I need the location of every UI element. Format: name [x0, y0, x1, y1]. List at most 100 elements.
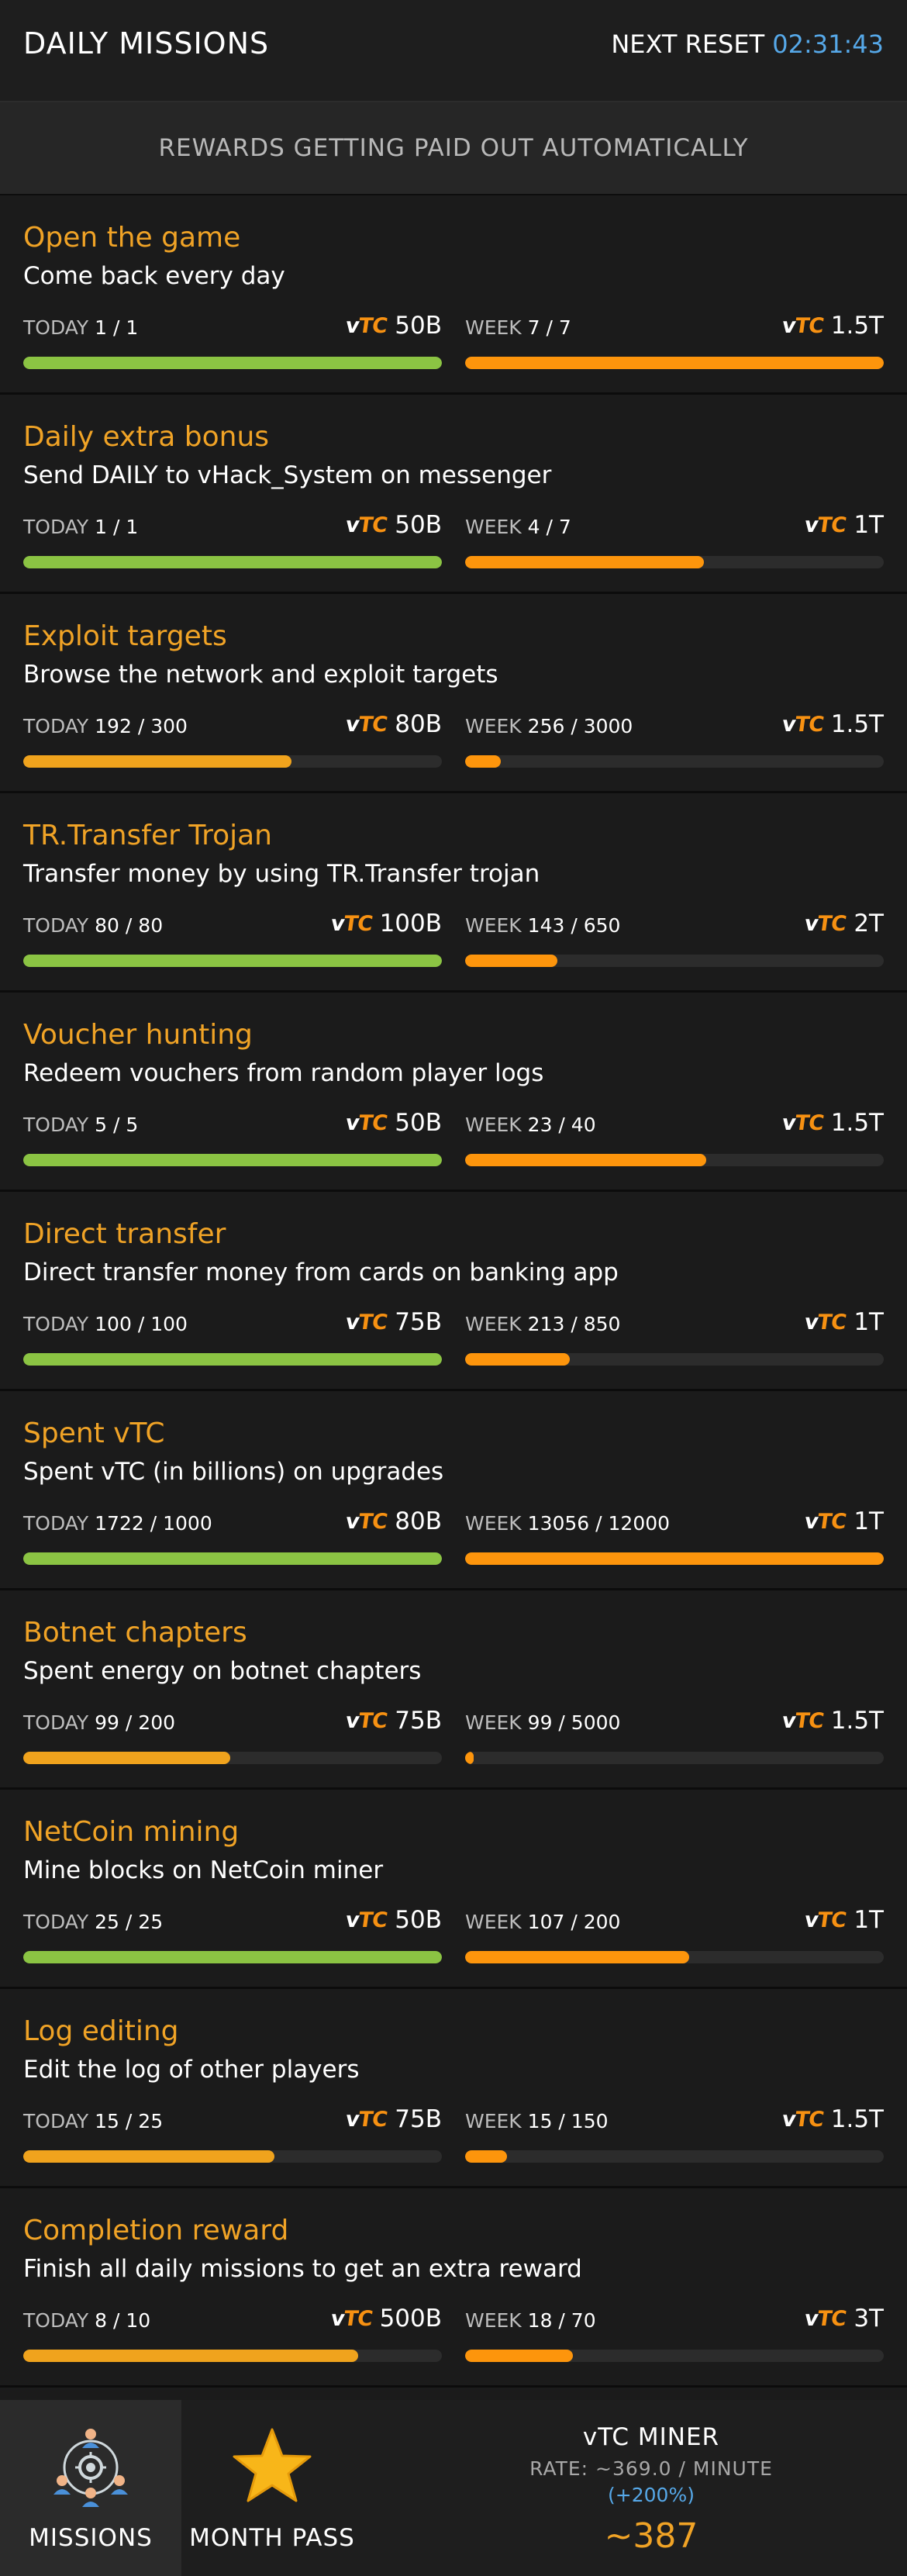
week-progress-fill: [465, 1154, 706, 1166]
mission-card: Completion reward Finish all daily missi…: [0, 2188, 907, 2388]
month-pass-tab-label: MONTH PASS: [189, 2524, 355, 2552]
week-progress-bar: [465, 955, 884, 967]
week-progress-bar: [465, 1154, 884, 1166]
today-progress-bar: [23, 1951, 442, 1963]
week-progress: WEEK 143 / 650 vTC 2T: [465, 908, 884, 967]
today-progress-bar: [23, 1552, 442, 1565]
vtc-logo-icon: vTC: [344, 513, 389, 537]
today-progress-fill: [23, 1752, 231, 1764]
week-progress-fill: [465, 556, 705, 568]
today-progress-fill: [23, 357, 442, 369]
mission-description: Browse the network and exploit targets: [23, 661, 498, 689]
week-progress-label: WEEK 99 / 5000: [465, 1711, 621, 1734]
today-progress-fill: [23, 1353, 442, 1366]
week-reward: vTC 1T: [803, 1906, 884, 1934]
miner-amount: ~387: [604, 2516, 698, 2556]
month-pass-tab[interactable]: MONTH PASS: [181, 2400, 363, 2576]
mission-title: TR.Transfer Trojan: [23, 820, 272, 851]
vtc-miner-panel[interactable]: vTC MINER RATE: ~369.0 / MINUTE (+200%) …: [419, 2400, 884, 2576]
today-progress-bar: [23, 2350, 442, 2362]
vtc-logo-icon: vTC: [344, 1708, 389, 1733]
mission-description: Edit the log of other players: [23, 2056, 360, 2084]
week-progress-bar: [465, 357, 884, 369]
mission-card: Daily extra bonus Send DAILY to vHack_Sy…: [0, 395, 907, 594]
today-progress-label: TODAY 1 / 1: [23, 516, 139, 538]
mission-description: Direct transfer money from cards on bank…: [23, 1259, 619, 1286]
week-progress-label: WEEK 143 / 650: [465, 914, 621, 937]
week-progress-bar: [465, 2350, 884, 2362]
today-progress-bar: [23, 1353, 442, 1366]
week-progress-fill: [465, 1353, 570, 1366]
mission-title: Open the game: [23, 222, 241, 254]
week-reward: vTC 1.5T: [780, 2105, 884, 2133]
week-progress-label: WEEK 213 / 850: [465, 1313, 621, 1335]
week-reward: vTC 1.5T: [780, 710, 884, 738]
mission-card: NetCoin mining Mine blocks on NetCoin mi…: [0, 1790, 907, 1989]
week-progress: WEEK 213 / 850 vTC 1T: [465, 1307, 884, 1366]
today-progress-label: TODAY 5 / 5: [23, 1114, 139, 1136]
today-progress: TODAY 1 / 1 vTC 50B: [23, 310, 442, 369]
today-progress: TODAY 100 / 100 vTC 75B: [23, 1307, 442, 1366]
missions-tab[interactable]: MISSIONS: [0, 2400, 181, 2576]
auto-payout-text: REWARDS GETTING PAID OUT AUTOMATICALLY: [158, 134, 749, 162]
mission-description: Spent vTC (in billions) on upgrades: [23, 1458, 444, 1486]
week-progress: WEEK 18 / 70 vTC 3T: [465, 2303, 884, 2362]
week-progress-bar: [465, 1752, 884, 1764]
week-progress-label: WEEK 7 / 7: [465, 316, 571, 339]
today-progress-fill: [23, 755, 291, 768]
week-reward: vTC 1.5T: [780, 1707, 884, 1735]
mission-title: Voucher hunting: [23, 1019, 253, 1051]
week-progress-label: WEEK 107 / 200: [465, 1911, 621, 1933]
mission-card: Botnet chapters Spent energy on botnet c…: [0, 1590, 907, 1790]
week-reward: vTC 1.5T: [780, 1109, 884, 1137]
today-progress-label: TODAY 100 / 100: [23, 1313, 188, 1335]
week-progress-bar: [465, 2150, 884, 2163]
today-progress-fill: [23, 1552, 442, 1565]
week-progress: WEEK 7 / 7 vTC 1.5T: [465, 310, 884, 369]
mission-title: Log editing: [23, 2015, 179, 2047]
today-reward: vTC 50B: [344, 312, 442, 340]
today-reward: vTC 500B: [329, 2305, 442, 2333]
vtc-logo-icon: vTC: [344, 1310, 389, 1335]
today-progress-label: TODAY 99 / 200: [23, 1711, 176, 1734]
vtc-logo-icon: vTC: [344, 313, 389, 338]
miner-rate: RATE: ~369.0 / MINUTE: [529, 2457, 773, 2480]
mission-list: Open the game Come back every day TODAY …: [0, 195, 907, 2388]
today-progress-fill: [23, 1951, 442, 1963]
today-progress-bar: [23, 1154, 442, 1166]
bottom-bar: MISSIONS MONTH PASS vTC MINER RATE: ~369…: [0, 2400, 907, 2576]
week-progress: WEEK 107 / 200 vTC 1T: [465, 1904, 884, 1963]
mission-card: TR.Transfer Trojan Transfer money by usi…: [0, 793, 907, 993]
today-reward: vTC 80B: [344, 710, 442, 738]
mission-title: Completion reward: [23, 2215, 289, 2246]
next-reset: NEXT RESET 02:31:43: [611, 29, 884, 59]
week-progress-label: WEEK 18 / 70: [465, 2309, 596, 2332]
mission-description: Transfer money by using TR.Transfer troj…: [23, 860, 540, 888]
vtc-logo-icon: vTC: [780, 1708, 825, 1733]
mission-description: Come back every day: [23, 262, 285, 290]
today-progress-bar: [23, 1752, 442, 1764]
today-progress: TODAY 15 / 25 vTC 75B: [23, 2104, 442, 2163]
today-reward: vTC 50B: [344, 1906, 442, 1934]
week-progress-bar: [465, 1552, 884, 1565]
week-progress: WEEK 15 / 150 vTC 1.5T: [465, 2104, 884, 2163]
week-reward: vTC 2T: [803, 910, 884, 938]
today-progress-bar: [23, 955, 442, 967]
week-progress-fill: [465, 1552, 884, 1565]
vtc-logo-icon: vTC: [344, 1509, 389, 1534]
vtc-logo-icon: vTC: [344, 1908, 389, 1932]
week-progress: WEEK 99 / 5000 vTC 1.5T: [465, 1705, 884, 1764]
week-progress-bar: [465, 755, 884, 768]
next-reset-timer: 02:31:43: [772, 29, 884, 59]
vtc-logo-icon: vTC: [803, 513, 848, 537]
vtc-logo-icon: vTC: [803, 1310, 848, 1335]
miner-title: vTC MINER: [582, 2423, 720, 2451]
today-progress: TODAY 1 / 1 vTC 50B: [23, 509, 442, 568]
week-reward: vTC 1.5T: [780, 312, 884, 340]
today-reward: vTC 100B: [329, 910, 442, 938]
vtc-logo-icon: vTC: [780, 2107, 825, 2132]
vtc-logo-icon: vTC: [780, 1110, 825, 1135]
network-people-icon: [48, 2425, 133, 2513]
vtc-logo-icon: vTC: [780, 712, 825, 737]
today-reward: vTC 75B: [344, 2105, 442, 2133]
